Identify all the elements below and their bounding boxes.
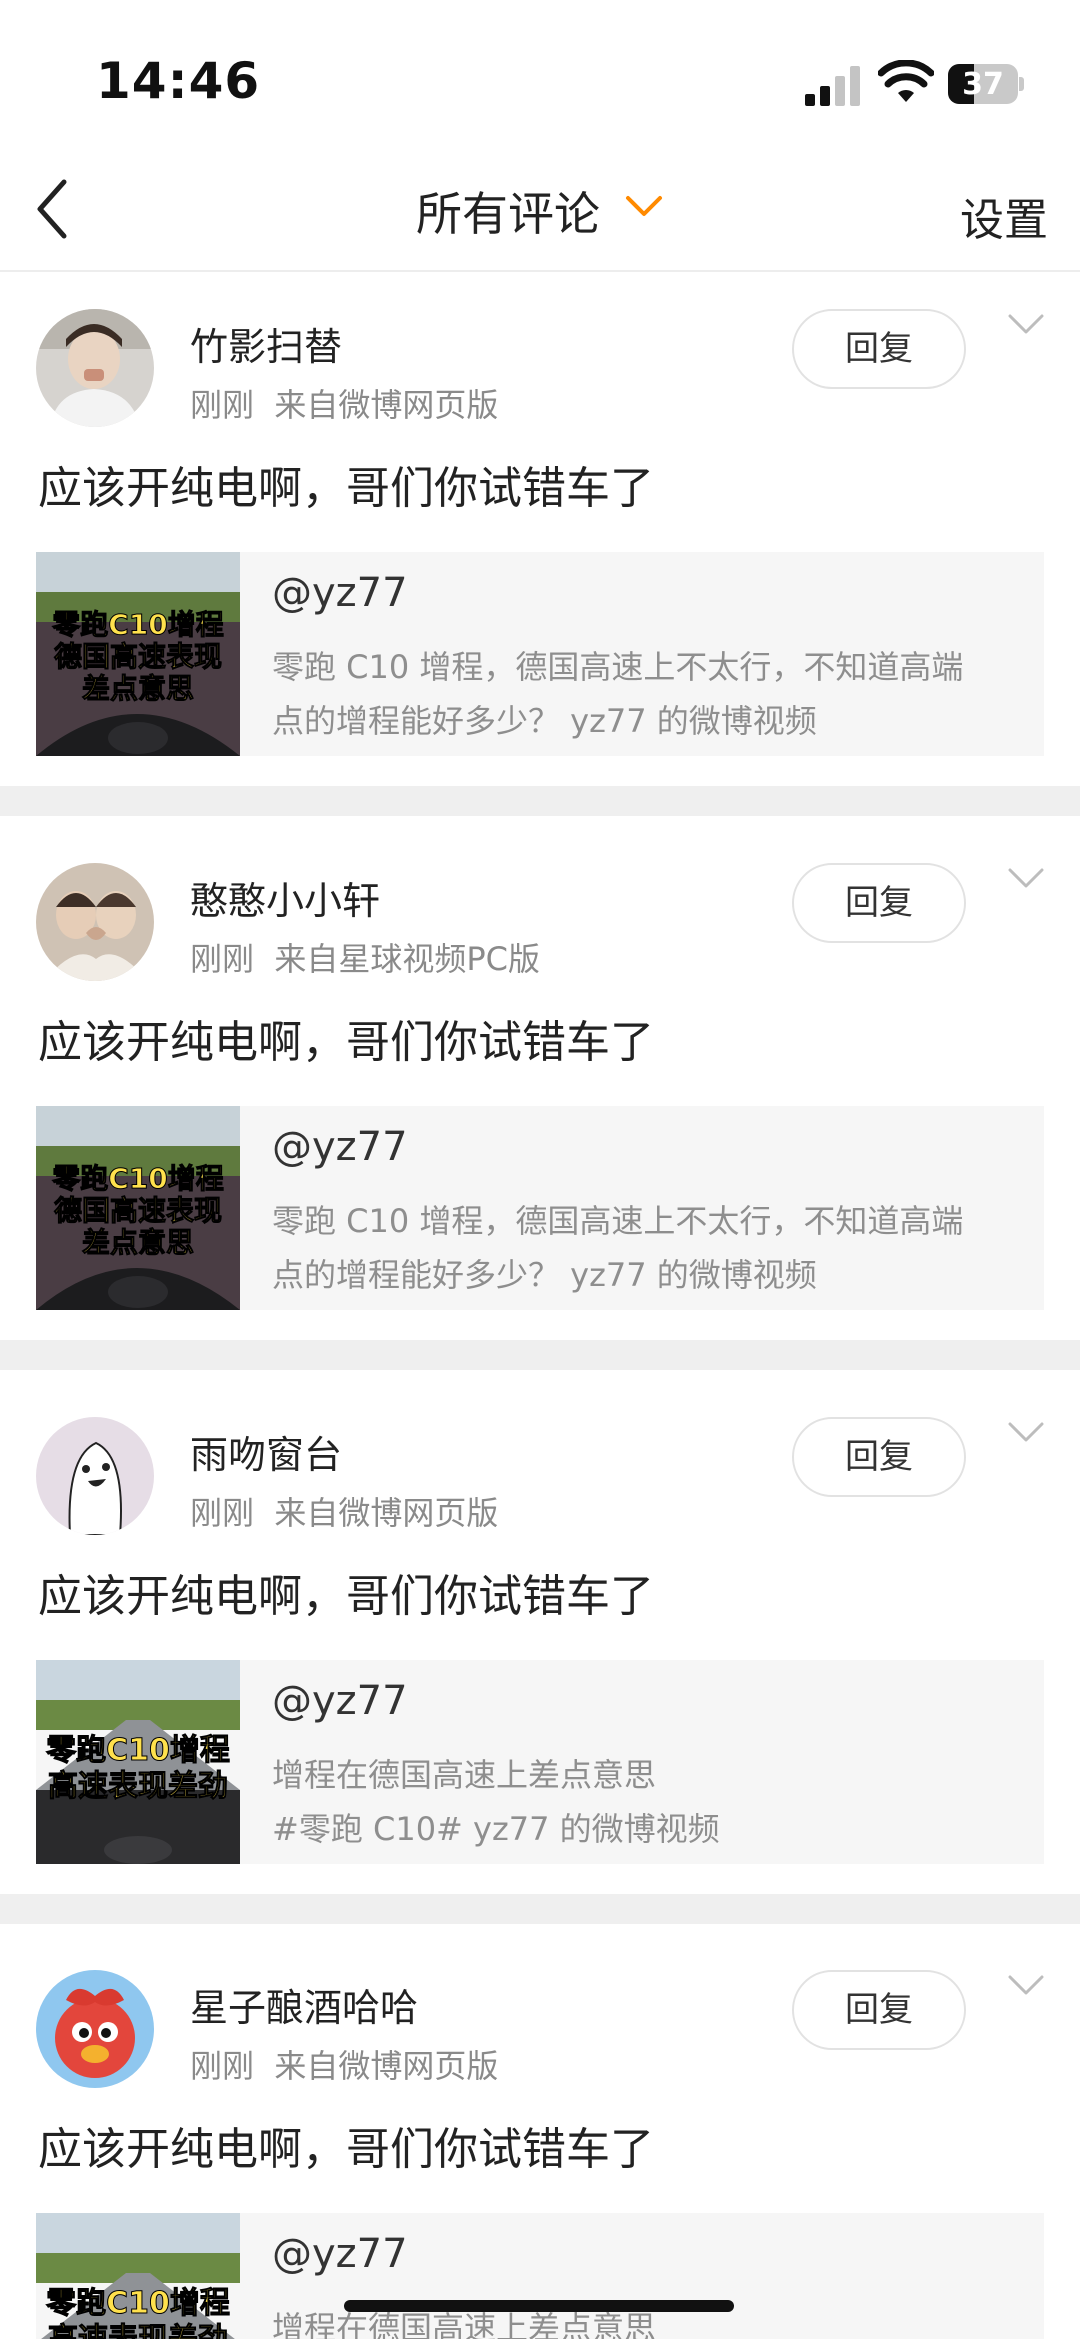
shared-video-card[interactable]: 零跑C10增程 高速表现差劲 @yz77 增程在德国高速上差点意思 #零跑 C1… [36, 1660, 1044, 1864]
shared-video-card[interactable]: 零跑C10增程 德国高速表现 差点意思 @yz77 零跑 C10 增程，德国高速… [36, 1106, 1044, 1310]
battery-icon: 37 [948, 64, 1024, 104]
video-thumbnail[interactable]: 零跑C10增程 高速表现差劲 [36, 2213, 240, 2339]
share-author[interactable]: @yz77 [272, 1678, 408, 1724]
comment-card: 雨吻窗台 刚刚 来自微博网页版 回复 应该开纯电啊，哥们你试错车了 零跑C10增… [0, 1382, 1080, 1894]
comment-time: 刚刚 [190, 2047, 255, 2085]
comment-source: 来自微博网页版 [274, 386, 499, 424]
share-desc-line: 增程在德国高速上差点意思 [272, 1756, 657, 1794]
shared-video-card[interactable]: 零跑C10增程 德国高速表现 差点意思 @yz77 零跑 C10 增程，德国高速… [36, 552, 1044, 756]
comment-time: 刚刚 [190, 386, 255, 424]
username[interactable]: 星子酿酒哈哈 [190, 1977, 418, 2032]
divider [0, 1894, 1080, 1924]
username[interactable]: 竹影扫替 [190, 316, 342, 371]
thumb-caption: 高速表现差劲 [48, 2322, 228, 2339]
share-description: 零跑 C10 增程，德国高速上不太行，不知道高端 点的增程能好多少？ yz77 … [272, 640, 1012, 748]
divider [0, 786, 1080, 816]
comment-time: 刚刚 [190, 940, 255, 978]
thumb-caption: 差点意思 [82, 672, 194, 705]
comment-text: 应该开纯电啊，哥们你试错车了 [38, 1017, 654, 1068]
shared-video-card[interactable]: 零跑C10增程 高速表现差劲 @yz77 增程在德国高速上差点意思 [36, 2213, 1044, 2339]
thumb-caption: 零跑C10增程 [52, 608, 224, 641]
username[interactable]: 雨吻窗台 [190, 1424, 342, 1479]
video-thumbnail[interactable]: 零跑C10增程 德国高速表现 差点意思 [36, 1106, 240, 1310]
comment-text: 应该开纯电啊，哥们你试错车了 [38, 463, 654, 514]
share-desc-line: 零跑 C10 增程，德国高速上不太行，不知道高端 [272, 648, 964, 686]
comment-source: 来自微博网页版 [274, 2047, 499, 2085]
comment-meta: 刚刚 来自微博网页版 [190, 2041, 498, 2087]
chevron-down-icon[interactable] [624, 192, 664, 222]
status-bar: 14:46 37 [0, 0, 1080, 150]
settings-button[interactable]: 设置 [960, 184, 1048, 248]
avatar[interactable] [36, 863, 154, 981]
share-description: 增程在德国高速上差点意思 #零跑 C10# yz77 的微博视频 [272, 1748, 1012, 1856]
share-desc-line: #零跑 C10# yz77 的微博视频 [272, 1810, 720, 1848]
comment-card: 憨憨小小轩 刚刚 来自星球视频PC版 回复 应该开纯电啊，哥们你试错车了 零跑C… [0, 828, 1080, 1340]
reply-button[interactable]: 回复 [792, 309, 966, 389]
video-thumbnail[interactable]: 零跑C10增程 德国高速表现 差点意思 [36, 552, 240, 756]
avatar[interactable] [36, 1970, 154, 2088]
page-title[interactable]: 所有评论 [416, 178, 600, 244]
nav-bar: 所有评论 设置 [0, 150, 1080, 272]
comment-time: 刚刚 [190, 1494, 255, 1532]
divider [0, 1340, 1080, 1370]
share-author[interactable]: @yz77 [272, 1124, 408, 1170]
comment-card: 星子酿酒哈哈 刚刚 来自微博网页版 回复 应该开纯电啊，哥们你试错车了 零跑C1… [0, 1935, 1080, 2339]
thumb-caption: 差点意思 [82, 1226, 194, 1259]
avatar[interactable] [36, 1417, 154, 1535]
comment-meta: 刚刚 来自微博网页版 [190, 380, 498, 426]
reply-button[interactable]: 回复 [792, 1970, 966, 2050]
chevron-down-icon[interactable] [1006, 1420, 1046, 1446]
thumb-caption: 零跑C10增程 [46, 2286, 230, 2321]
username[interactable]: 憨憨小小轩 [190, 870, 380, 925]
thumb-caption: 高速表现差劲 [48, 1769, 228, 1804]
share-description: 零跑 C10 增程，德国高速上不太行，不知道高端 点的增程能好多少？ yz77 … [272, 1194, 1012, 1302]
battery-level: 37 [962, 67, 1004, 102]
back-icon[interactable] [30, 176, 76, 242]
chevron-down-icon[interactable] [1006, 1973, 1046, 1999]
comment-text: 应该开纯电啊，哥们你试错车了 [38, 2124, 654, 2175]
comment-source: 来自星球视频PC版 [274, 940, 541, 978]
thumb-caption: 德国高速表现 [54, 1194, 222, 1227]
share-desc-line: 点的增程能好多少？ yz77 的微博视频 [272, 1256, 817, 1294]
comment-source: 来自微博网页版 [274, 1494, 499, 1532]
share-author[interactable]: @yz77 [272, 570, 408, 616]
home-indicator[interactable] [344, 2300, 734, 2312]
avatar[interactable] [36, 309, 154, 427]
share-desc-line: 零跑 C10 增程，德国高速上不太行，不知道高端 [272, 1202, 964, 1240]
share-desc-line: 点的增程能好多少？ yz77 的微博视频 [272, 702, 817, 740]
reply-button[interactable]: 回复 [792, 863, 966, 943]
cellular-signal-icon [805, 66, 860, 106]
chevron-down-icon[interactable] [1006, 312, 1046, 338]
comment-meta: 刚刚 来自星球视频PC版 [190, 934, 540, 980]
comment-card: 竹影扫替 刚刚 来自微博网页版 回复 应该开纯电啊，哥们你试错车了 零跑C10增… [0, 274, 1080, 786]
video-thumbnail[interactable]: 零跑C10增程 高速表现差劲 [36, 1660, 240, 1864]
wifi-icon [878, 60, 934, 102]
chevron-down-icon[interactable] [1006, 866, 1046, 892]
thumb-caption: 德国高速表现 [54, 640, 222, 673]
comment-meta: 刚刚 来自微博网页版 [190, 1488, 498, 1534]
share-author[interactable]: @yz77 [272, 2231, 408, 2277]
reply-button[interactable]: 回复 [792, 1417, 966, 1497]
comment-text: 应该开纯电啊，哥们你试错车了 [38, 1571, 654, 1622]
thumb-caption: 零跑C10增程 [46, 1733, 230, 1768]
status-time: 14:46 [96, 52, 261, 110]
thumb-caption: 零跑C10增程 [52, 1162, 224, 1195]
